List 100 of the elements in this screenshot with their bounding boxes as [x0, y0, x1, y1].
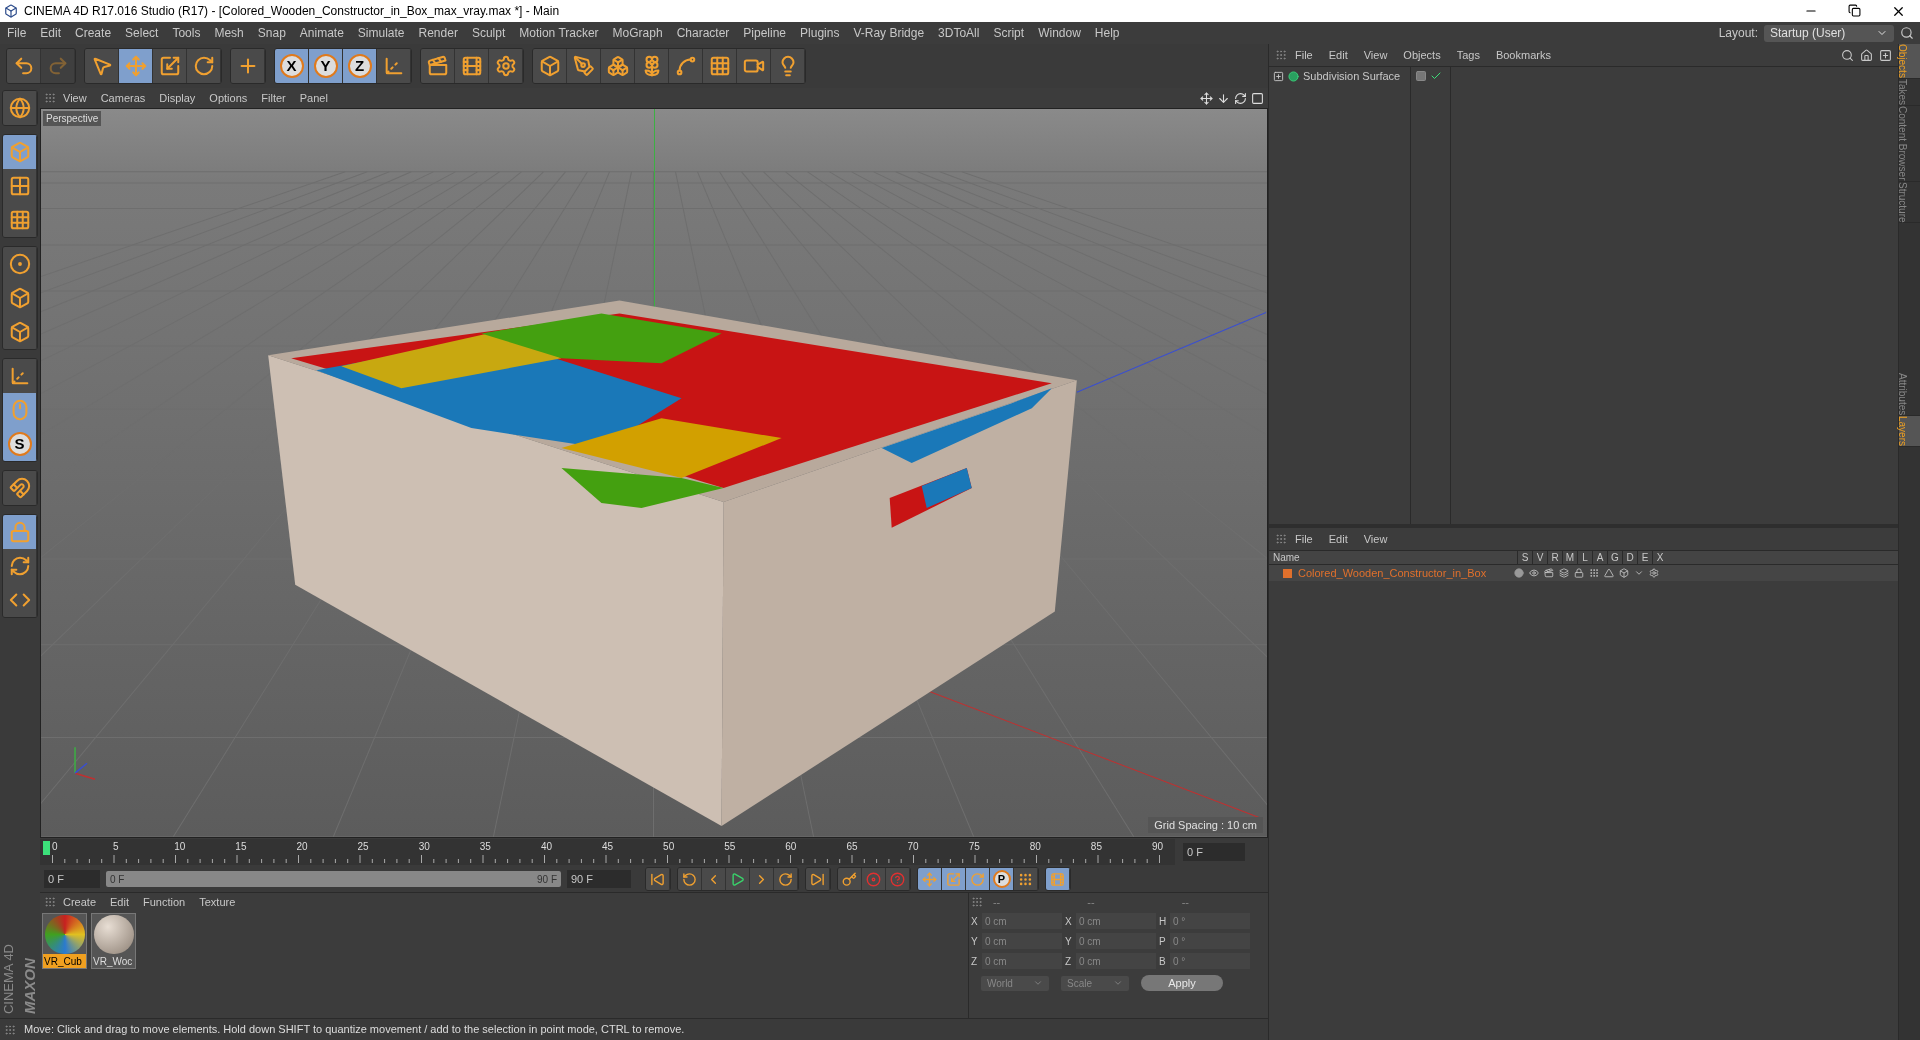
tool-button[interactable] — [567, 49, 601, 83]
material-menu-item[interactable]: Texture — [192, 893, 243, 911]
tool-button[interactable] — [702, 868, 726, 890]
tool-button[interactable] — [3, 359, 37, 393]
frame-range-slider[interactable]: 0 F 90 F — [106, 871, 561, 887]
menu-item[interactable]: Snap — [250, 24, 293, 42]
tool-button[interactable] — [3, 393, 37, 427]
deformer-icon[interactable] — [1619, 568, 1629, 578]
panel-grip-icon[interactable] — [1275, 533, 1287, 545]
tool-button[interactable] — [1046, 868, 1070, 890]
tool-button[interactable] — [489, 49, 523, 83]
menu-item[interactable]: Edit — [33, 24, 69, 42]
tool-button[interactable] — [966, 868, 990, 890]
viewport-menu-item[interactable]: Panel — [292, 89, 335, 107]
menu-item[interactable]: Create — [68, 24, 119, 42]
menu-item[interactable]: Animate — [292, 24, 351, 42]
panel-grip-icon[interactable] — [4, 1023, 16, 1036]
tool-button[interactable] — [774, 868, 798, 890]
panel-grip-icon[interactable] — [44, 92, 56, 104]
objects-menu-item[interactable]: Objects — [1395, 46, 1449, 64]
tool-button[interactable] — [3, 315, 37, 349]
menu-item[interactable]: Window — [1031, 24, 1088, 42]
tool-button[interactable] — [7, 49, 41, 83]
generator-icon[interactable] — [1604, 568, 1614, 578]
expression-icon[interactable] — [1634, 568, 1644, 578]
material-menu-item[interactable]: Create — [56, 893, 104, 911]
tool-button[interactable] — [1014, 868, 1038, 890]
layer-color-swatch[interactable] — [1283, 568, 1292, 578]
objects-menu-item[interactable]: Edit — [1320, 46, 1356, 64]
tool-button[interactable] — [838, 868, 862, 890]
tool-button[interactable] — [737, 49, 771, 83]
menu-item[interactable]: Script — [986, 24, 1032, 42]
material-swatch[interactable]: VR_Woc — [91, 913, 136, 969]
menu-item[interactable]: Help — [1087, 24, 1127, 42]
material-menu-item[interactable]: Edit — [103, 893, 136, 911]
tool-button[interactable] — [3, 135, 37, 169]
tool-button[interactable] — [703, 49, 737, 83]
tool-button[interactable] — [187, 49, 221, 83]
expand-icon[interactable] — [1273, 70, 1284, 82]
objects-menu-item[interactable]: Tags — [1448, 46, 1488, 64]
start-frame-field[interactable]: 0 F — [44, 870, 100, 888]
menu-item[interactable]: Select — [118, 24, 166, 42]
side-tab[interactable]: Objects — [1899, 44, 1920, 79]
material-menu-item[interactable]: Function — [136, 893, 193, 911]
viewport-menu-item[interactable]: View — [56, 89, 94, 107]
tool-button[interactable] — [3, 583, 37, 617]
side-tab[interactable]: Structure — [1899, 181, 1920, 224]
tool-button[interactable] — [3, 91, 37, 125]
tool-button[interactable] — [726, 868, 750, 890]
axis-toggle-button[interactable]: X — [275, 49, 309, 83]
menu-item[interactable]: Render — [411, 24, 465, 42]
tool-button[interactable] — [421, 49, 455, 83]
menu-item[interactable]: Character — [669, 24, 737, 42]
tool-button[interactable] — [153, 49, 187, 83]
search-icon[interactable] — [1900, 26, 1914, 40]
layout-dropdown[interactable]: Startup (User) — [1764, 24, 1894, 42]
tool-button[interactable] — [635, 49, 669, 83]
tool-button[interactable] — [119, 49, 153, 83]
menu-item[interactable]: Tools — [165, 24, 208, 42]
search-icon[interactable] — [1841, 48, 1854, 62]
orbit-icon[interactable] — [1234, 91, 1247, 105]
layers-menu-item[interactable]: View — [1355, 530, 1396, 548]
home-icon[interactable] — [1860, 48, 1873, 62]
material-swatch[interactable]: VR_Cub — [42, 913, 87, 969]
tool-button[interactable] — [3, 169, 37, 203]
tool-button[interactable] — [678, 868, 702, 890]
tool-button[interactable] — [886, 868, 910, 890]
objects-menu-item[interactable]: File — [1287, 46, 1321, 64]
menu-item[interactable]: V-Ray Bridge — [846, 24, 932, 42]
manager-icon[interactable] — [1559, 568, 1569, 578]
tool-button[interactable] — [3, 203, 37, 237]
side-tab[interactable]: Takes — [1899, 78, 1920, 107]
solo-icon[interactable] — [1514, 568, 1524, 578]
clapperboard-icon[interactable] — [1544, 568, 1554, 578]
tool-button[interactable] — [377, 49, 411, 83]
panel-grip-icon[interactable] — [971, 896, 983, 908]
tool-button[interactable] — [918, 868, 942, 890]
end-frame-field[interactable]: 90 F — [567, 870, 631, 888]
tool-button[interactable] — [750, 868, 774, 890]
viewport-menu-item[interactable]: Cameras — [93, 89, 153, 107]
menu-item[interactable]: MoGraph — [605, 24, 670, 42]
menu-item[interactable]: Plugins — [793, 24, 847, 42]
current-frame-field[interactable]: 0 F — [1183, 843, 1245, 861]
timeline-ruler[interactable]: 0 5 10 15 20 25 30 35 40 45 50 55 60 65 70 75 80 85 90 — [40, 839, 1175, 865]
tool-button[interactable] — [3, 471, 37, 505]
tool-button[interactable] — [533, 49, 567, 83]
pan-icon[interactable] — [1200, 91, 1213, 105]
tool-button[interactable] — [3, 247, 37, 281]
axis-toggle-button[interactable]: P — [990, 868, 1014, 890]
axis-toggle-button[interactable]: S — [3, 427, 37, 461]
tool-button[interactable] — [942, 868, 966, 890]
tool-button[interactable] — [601, 49, 635, 83]
menu-item[interactable]: File — [0, 24, 34, 42]
maximize-icon[interactable] — [1251, 91, 1264, 105]
axis-toggle-button[interactable]: Y — [309, 49, 343, 83]
side-tab[interactable]: Layers — [1899, 416, 1920, 448]
menu-item[interactable]: Simulate — [350, 24, 412, 42]
tool-button[interactable] — [669, 49, 703, 83]
new-panel-icon[interactable] — [1879, 48, 1892, 62]
menu-item[interactable]: Mesh — [207, 24, 251, 42]
